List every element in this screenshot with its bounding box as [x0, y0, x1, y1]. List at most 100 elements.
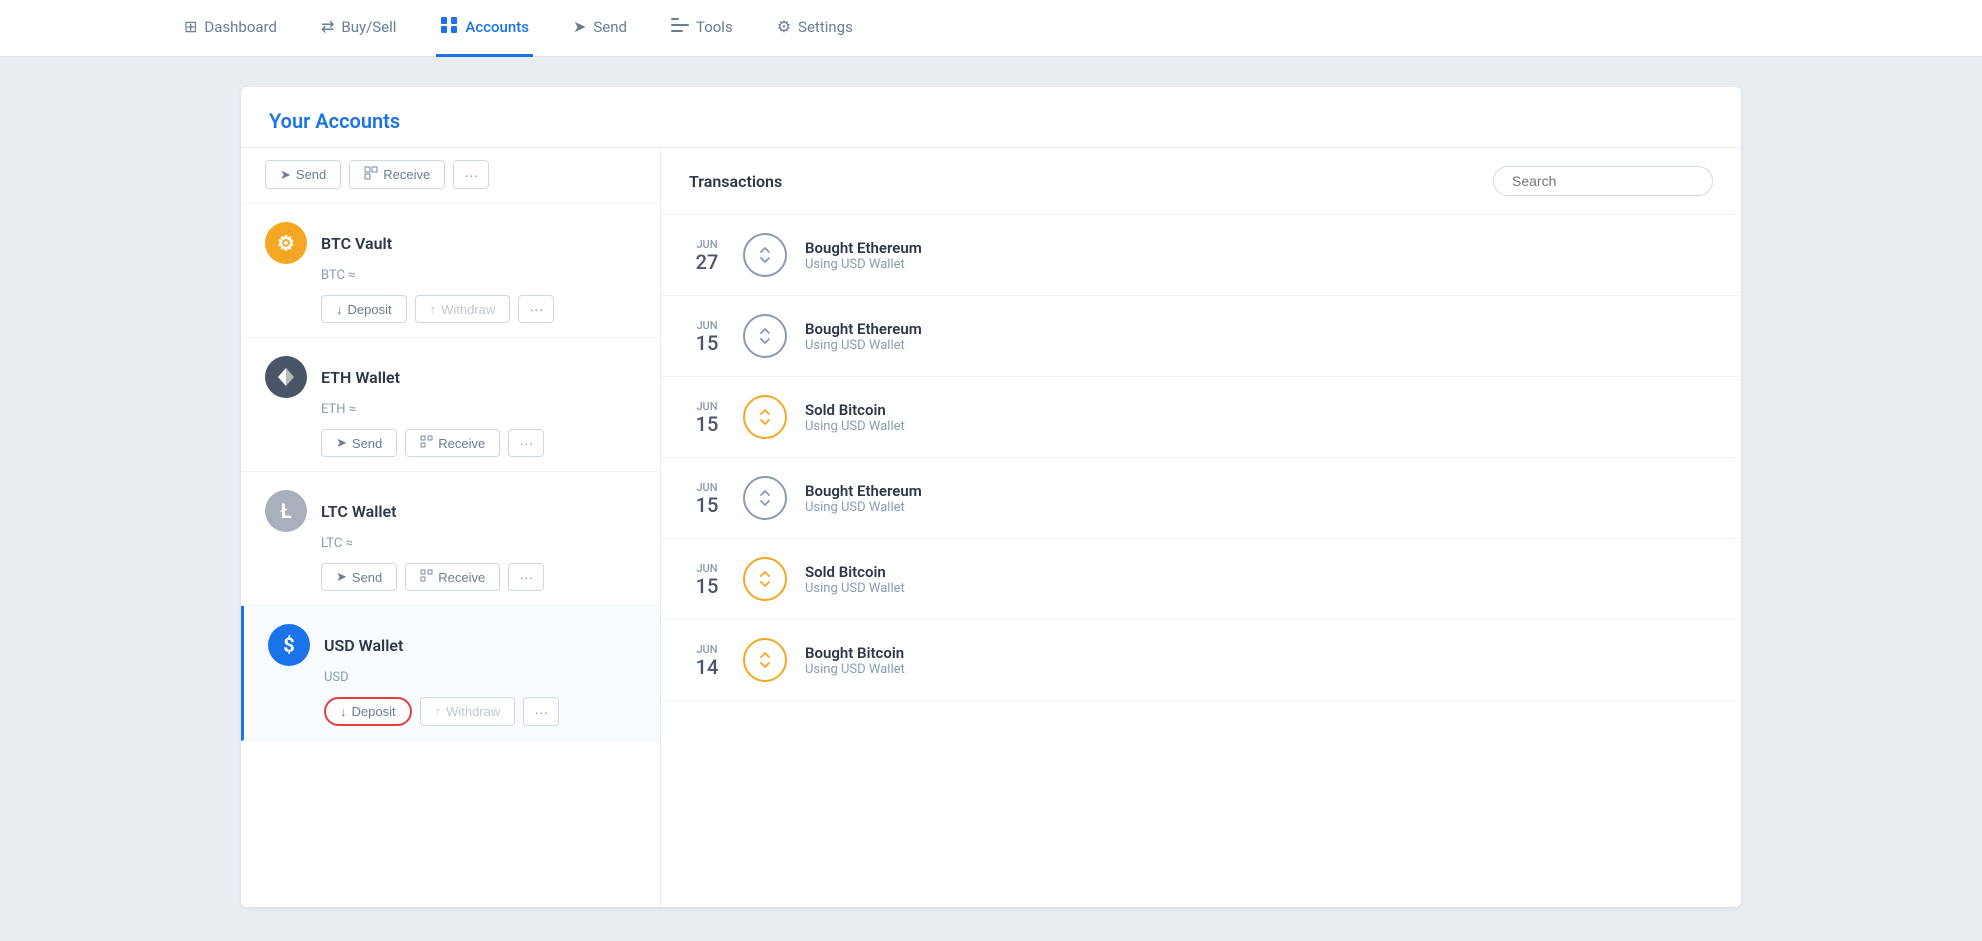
- tx-day-3: 15: [689, 413, 725, 435]
- tx-info-6: Bought Bitcoin Using USD Wallet: [805, 644, 905, 677]
- transactions-header: Transactions: [661, 148, 1741, 215]
- usd-header: $ USD Wallet: [268, 624, 636, 666]
- tx-sub-2: Using USD Wallet: [805, 338, 922, 353]
- ltc-send-label: Send: [352, 570, 382, 585]
- ltc-send-icon: ➤: [336, 569, 347, 585]
- main-container: Your Accounts ➤ Send: [0, 57, 1982, 937]
- btc-more-button[interactable]: ···: [518, 295, 554, 323]
- receive-button-top[interactable]: Receive: [349, 160, 445, 189]
- tx-icon-5: [743, 557, 787, 601]
- tx-title-4: Bought Ethereum: [805, 482, 922, 500]
- ltc-send-button[interactable]: ➤ Send: [321, 563, 397, 591]
- tools-icon: [671, 17, 689, 36]
- send-label-top: Send: [296, 167, 326, 182]
- btc-name: BTC Vault: [321, 234, 392, 253]
- transaction-item: JUN 15 Sold Bitcoin Using USD Wallet: [661, 377, 1741, 458]
- tx-title-2: Bought Ethereum: [805, 320, 922, 338]
- accounts-panel: Your Accounts ➤ Send: [241, 87, 1741, 907]
- ltc-icon: Ł: [265, 490, 307, 532]
- tx-day-6: 14: [689, 656, 725, 678]
- eth-receive-label: Receive: [438, 436, 485, 451]
- transaction-list: JUN 27 Bought Ethereum Using USD Wallet: [661, 215, 1741, 701]
- ltc-header: Ł LTC Wallet: [265, 490, 636, 532]
- usd-deposit-label: Deposit: [352, 704, 396, 719]
- send-button-top[interactable]: ➤ Send: [265, 160, 341, 189]
- usd-deposit-down-icon: ↓: [340, 704, 347, 719]
- tx-day-5: 15: [689, 575, 725, 597]
- tx-info-3: Sold Bitcoin Using USD Wallet: [805, 401, 905, 434]
- tx-sub-4: Using USD Wallet: [805, 500, 922, 515]
- nav-buysell-label: Buy/Sell: [341, 18, 396, 36]
- nav-dashboard[interactable]: ⊞ Dashboard: [180, 0, 281, 57]
- tx-date-1: JUN 27: [689, 238, 725, 273]
- eth-receive-button[interactable]: Receive: [405, 429, 500, 457]
- transaction-item: JUN 14 Bought Bitcoin Using USD Wallet: [661, 620, 1741, 701]
- tx-day-1: 27: [689, 251, 725, 273]
- ltc-balance: LTC ≈: [321, 536, 636, 551]
- ltc-receive-button[interactable]: Receive: [405, 563, 500, 591]
- tx-date-4: JUN 15: [689, 481, 725, 516]
- nav-accounts[interactable]: Accounts: [436, 0, 533, 57]
- nav-tools[interactable]: Tools: [667, 0, 737, 57]
- usd-deposit-button[interactable]: ↓ Deposit: [324, 697, 412, 726]
- deposit-down-icon: ↓: [336, 302, 343, 317]
- account-item-usd: $ USD Wallet USD ↓ Deposit ↑ Withdraw: [241, 606, 660, 741]
- account-item-btc: ⚙ BTC Vault BTC ≈ ↓ Deposit ↑ Withdraw: [241, 204, 660, 338]
- tx-month-2: JUN: [689, 319, 725, 332]
- receive-icon-top: [364, 166, 378, 183]
- buysell-icon: ⇄: [321, 17, 334, 36]
- btc-deposit-label: Deposit: [348, 302, 392, 317]
- tx-day-4: 15: [689, 494, 725, 516]
- transaction-item: JUN 15 Bought Ethereum Using USD Wallet: [661, 296, 1741, 377]
- tx-date-6: JUN 14: [689, 643, 725, 678]
- more-button-top[interactable]: ···: [453, 160, 489, 189]
- tx-month-4: JUN: [689, 481, 725, 494]
- nav-accounts-label: Accounts: [465, 18, 529, 36]
- tx-day-2: 15: [689, 332, 725, 354]
- tx-sub-5: Using USD Wallet: [805, 581, 905, 596]
- account-item-ltc: Ł LTC Wallet LTC ≈ ➤ Send: [241, 472, 660, 606]
- ltc-receive-icon: [420, 569, 433, 585]
- eth-name: ETH Wallet: [321, 368, 400, 387]
- nav-tools-label: Tools: [696, 18, 733, 36]
- transaction-item: JUN 27 Bought Ethereum Using USD Wallet: [661, 215, 1741, 296]
- btc-deposit-button[interactable]: ↓ Deposit: [321, 295, 407, 323]
- nav-buysell[interactable]: ⇄ Buy/Sell: [317, 0, 400, 57]
- tx-month-3: JUN: [689, 400, 725, 413]
- usd-balance: USD: [324, 670, 636, 685]
- transaction-item: JUN 15 Bought Ethereum Using USD Wallet: [661, 458, 1741, 539]
- ltc-more-button[interactable]: ···: [508, 563, 544, 591]
- usd-name: USD Wallet: [324, 636, 403, 655]
- usd-actions: ↓ Deposit ↑ Withdraw ···: [324, 697, 636, 726]
- usd-more-button[interactable]: ···: [523, 697, 559, 726]
- tx-info-1: Bought Ethereum Using USD Wallet: [805, 239, 922, 272]
- nav-settings-label: Settings: [798, 18, 853, 36]
- eth-send-button[interactable]: ➤ Send: [321, 429, 397, 457]
- transactions-title: Transactions: [689, 172, 782, 191]
- transaction-item: JUN 15 Sold Bitcoin Using USD Wallet: [661, 539, 1741, 620]
- tx-title-3: Sold Bitcoin: [805, 401, 905, 419]
- tx-sub-1: Using USD Wallet: [805, 257, 922, 272]
- eth-actions: ➤ Send Receive: [321, 429, 636, 457]
- account-item-pre: ➤ Send Receive: [241, 148, 660, 204]
- tx-month-5: JUN: [689, 562, 725, 575]
- btc-icon: ⚙: [265, 222, 307, 264]
- nav-settings[interactable]: ⚙ Settings: [773, 0, 857, 57]
- usd-withdraw-icon: ↑: [435, 704, 442, 719]
- tx-info-2: Bought Ethereum Using USD Wallet: [805, 320, 922, 353]
- btc-header: ⚙ BTC Vault: [265, 222, 636, 264]
- eth-more-button[interactable]: ···: [508, 429, 544, 457]
- eth-send-icon: ➤: [336, 435, 347, 451]
- send-nav-icon: ➤: [573, 17, 586, 36]
- usd-withdraw-button[interactable]: ↑ Withdraw: [420, 697, 516, 726]
- tx-title-1: Bought Ethereum: [805, 239, 922, 257]
- btc-withdraw-button[interactable]: ↑ Withdraw: [415, 295, 511, 323]
- nav-send-label: Send: [593, 18, 627, 36]
- dashboard-icon: ⊞: [184, 17, 197, 36]
- eth-receive-icon: [420, 435, 433, 451]
- tx-title-5: Sold Bitcoin: [805, 563, 905, 581]
- btc-withdraw-label: Withdraw: [441, 302, 495, 317]
- tx-icon-4: [743, 476, 787, 520]
- search-input[interactable]: [1493, 166, 1713, 196]
- nav-send[interactable]: ➤ Send: [569, 0, 631, 57]
